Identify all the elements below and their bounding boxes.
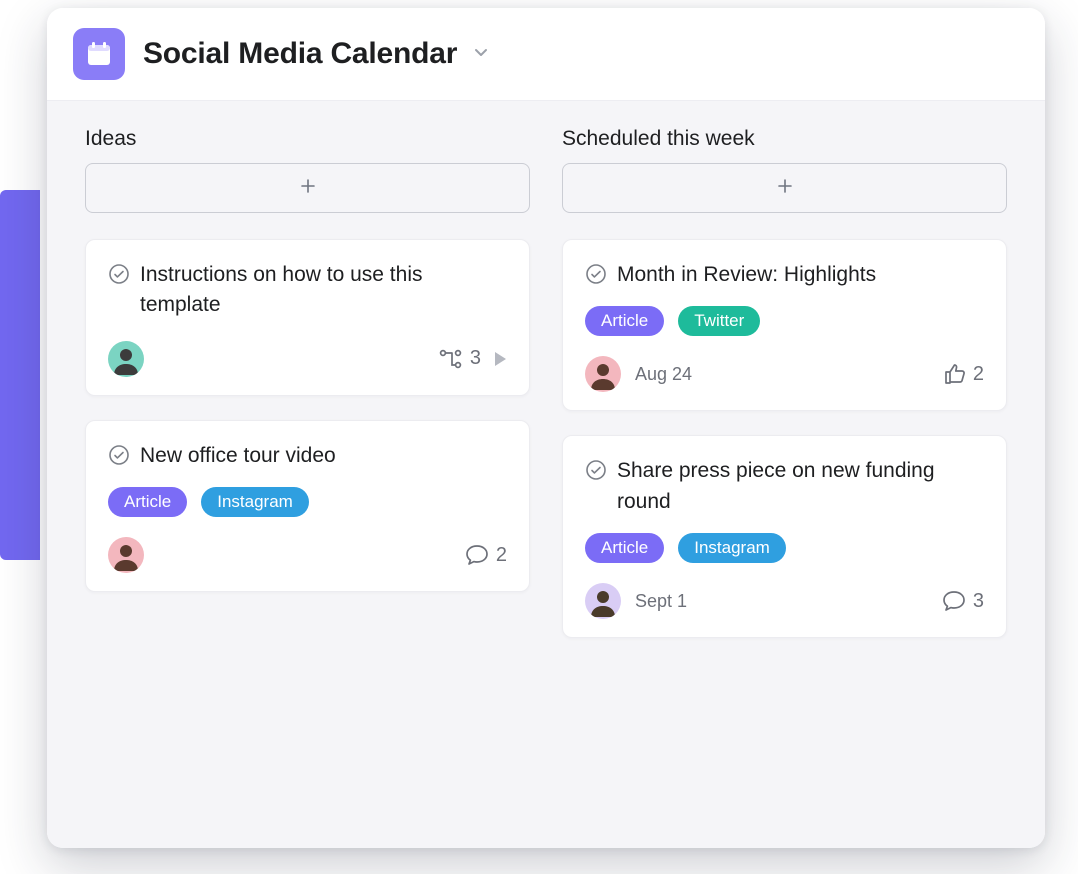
plus-icon xyxy=(298,176,318,201)
kanban-board: Ideas Instructions on how to use this te… xyxy=(47,101,1045,848)
like-number: 2 xyxy=(973,363,984,386)
avatar[interactable] xyxy=(108,537,144,573)
check-circle-icon[interactable] xyxy=(585,263,607,290)
tag[interactable]: Article xyxy=(585,306,664,336)
column-title: Ideas xyxy=(85,127,530,151)
thumbs-up-icon xyxy=(943,362,967,386)
tag[interactable]: Twitter xyxy=(678,306,760,336)
column-scheduled: Scheduled this week Month in Review: Hig… xyxy=(562,127,1007,818)
play-icon xyxy=(493,351,507,367)
tag[interactable]: Article xyxy=(108,487,187,517)
tag[interactable]: Article xyxy=(585,533,664,563)
card-due-date: Sept 1 xyxy=(635,591,687,612)
calendar-icon xyxy=(73,28,125,80)
card[interactable]: Instructions on how to use this template… xyxy=(85,239,530,396)
add-card-button[interactable] xyxy=(562,163,1007,213)
card-due-date: Aug 24 xyxy=(635,364,692,385)
subtask-count[interactable]: 3 xyxy=(438,347,507,371)
avatar[interactable] xyxy=(585,583,621,619)
avatar[interactable] xyxy=(108,341,144,377)
plus-icon xyxy=(775,176,795,201)
like-count[interactable]: 2 xyxy=(943,362,984,386)
subtasks-icon xyxy=(438,347,464,371)
column-title: Scheduled this week xyxy=(562,127,1007,151)
check-circle-icon[interactable] xyxy=(108,444,130,471)
comment-icon xyxy=(941,589,967,613)
page-title: Social Media Calendar xyxy=(143,37,457,71)
tag[interactable]: Instagram xyxy=(201,487,309,517)
comment-count[interactable]: 3 xyxy=(941,589,984,613)
comment-icon xyxy=(464,543,490,567)
window-header: Social Media Calendar xyxy=(47,8,1045,101)
card[interactable]: New office tour video Article Instagram xyxy=(85,420,530,592)
comment-count[interactable]: 2 xyxy=(464,543,507,567)
card-title: Share press piece on new funding round xyxy=(617,456,984,517)
card[interactable]: Month in Review: Highlights Article Twit… xyxy=(562,239,1007,411)
check-circle-icon[interactable] xyxy=(585,459,607,486)
check-circle-icon[interactable] xyxy=(108,263,130,290)
card-title: New office tour video xyxy=(140,441,336,471)
background-accent xyxy=(0,190,40,560)
card-title: Instructions on how to use this template xyxy=(140,260,507,321)
comment-number: 2 xyxy=(496,544,507,567)
add-card-button[interactable] xyxy=(85,163,530,213)
tag[interactable]: Instagram xyxy=(678,533,786,563)
subtask-number: 3 xyxy=(470,347,481,370)
card[interactable]: Share press piece on new funding round A… xyxy=(562,435,1007,638)
chevron-down-icon[interactable] xyxy=(471,42,491,67)
avatar[interactable] xyxy=(585,356,621,392)
tag-row: Article Twitter xyxy=(585,306,984,336)
card-title: Month in Review: Highlights xyxy=(617,260,876,290)
app-window: Social Media Calendar Ideas Instructions… xyxy=(47,8,1045,848)
tag-row: Article Instagram xyxy=(585,533,984,563)
tag-row: Article Instagram xyxy=(108,487,507,517)
comment-number: 3 xyxy=(973,590,984,613)
column-ideas: Ideas Instructions on how to use this te… xyxy=(85,127,530,818)
